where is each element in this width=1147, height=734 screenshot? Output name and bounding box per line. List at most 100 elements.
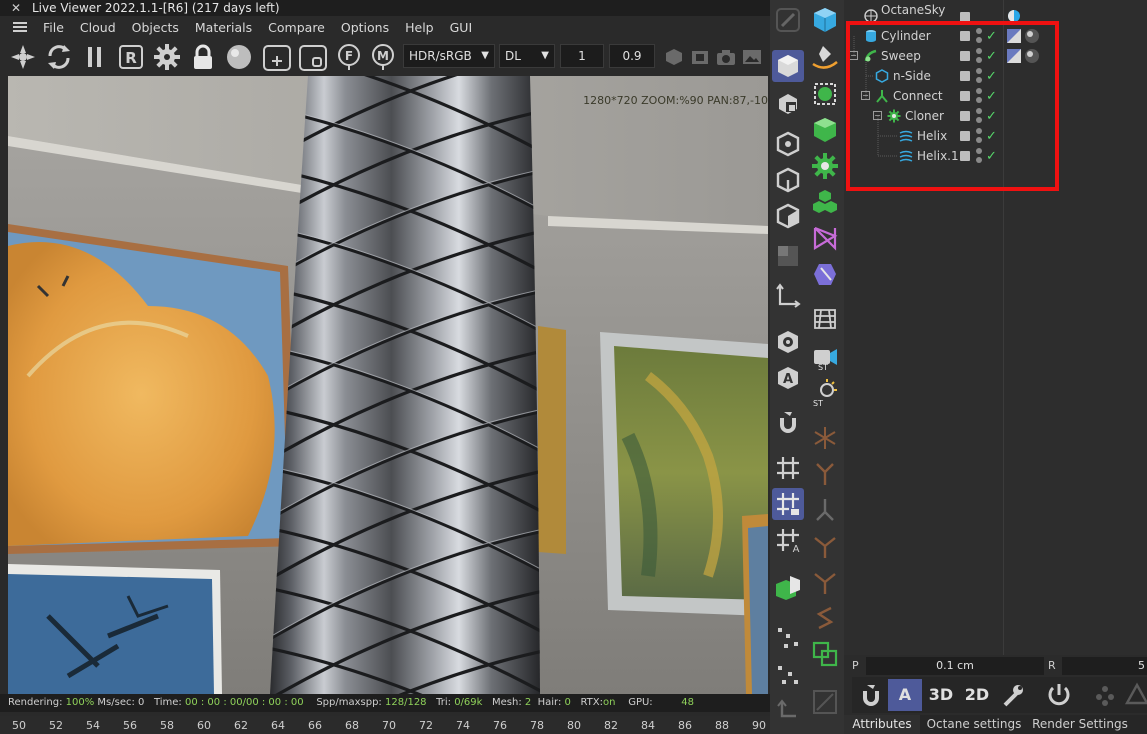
field-icon[interactable] xyxy=(809,222,841,254)
pause-icon[interactable] xyxy=(80,42,110,72)
uv-mode-icon[interactable] xyxy=(772,240,804,272)
region-render-button[interactable]: R xyxy=(116,42,146,72)
hamburger-menu-icon[interactable] xyxy=(13,22,27,32)
add-region-icon[interactable] xyxy=(262,42,292,72)
value-field-a[interactable]: 1 xyxy=(560,44,604,68)
wrench-icon[interactable] xyxy=(996,679,1030,711)
rendering-label: Rendering: xyxy=(8,697,63,708)
menu-cloud[interactable]: Cloud xyxy=(72,20,124,35)
ruler-tick: 76 xyxy=(493,719,507,732)
menu-materials[interactable]: Materials xyxy=(187,20,260,35)
model-mode-icon[interactable] xyxy=(772,50,804,82)
menu-objects[interactable]: Objects xyxy=(124,20,187,35)
render-stats-overlay: 1280*720 ZOOM:%90 PAN:87,-10 xyxy=(583,94,768,107)
disabled-tool-icon[interactable] xyxy=(809,686,841,718)
restart-render-icon[interactable] xyxy=(44,42,74,72)
mode-2d-button[interactable]: 2D xyxy=(960,679,994,711)
menu-gui[interactable]: GUI xyxy=(442,20,481,35)
viewport-solo-icon[interactable] xyxy=(772,326,804,358)
tab-render-settings[interactable]: Render Settings xyxy=(1030,715,1130,734)
deformer-icon[interactable] xyxy=(809,186,841,218)
gpu-value: 48 xyxy=(681,697,695,708)
picture-icon[interactable] xyxy=(742,48,762,66)
points-mode-icon[interactable] xyxy=(772,128,804,160)
scene-object-icon[interactable] xyxy=(809,258,841,290)
camera-object-icon[interactable]: ST xyxy=(809,340,841,372)
joint-icon-b[interactable] xyxy=(809,494,841,526)
workplane-auto-icon[interactable]: A xyxy=(772,524,804,556)
magnet-icon[interactable] xyxy=(854,679,888,711)
ruler-tick: 84 xyxy=(641,719,655,732)
grid-plane-icon[interactable] xyxy=(809,302,841,334)
workplane-grid-icon[interactable] xyxy=(772,452,804,484)
svg-text:A: A xyxy=(793,544,800,555)
menu-help[interactable]: Help xyxy=(397,20,442,35)
polygons-mode-icon[interactable] xyxy=(772,200,804,232)
render-tile-icon[interactable] xyxy=(690,48,710,66)
tab-attributes[interactable]: Attributes xyxy=(844,715,920,734)
light-object-icon[interactable]: ST xyxy=(809,376,841,408)
power-cycle-icon[interactable] xyxy=(1042,679,1076,711)
material-ball-icon[interactable] xyxy=(224,42,254,72)
render-viewport[interactable]: 1280*720 ZOOM:%90 PAN:87,-10 xyxy=(8,76,768,694)
mesh-label: Mesh: xyxy=(491,697,522,708)
locked-workplane-icon[interactable] xyxy=(772,488,804,520)
attribute-mode-a-button[interactable]: A xyxy=(888,679,922,711)
settings-gear-icon[interactable] xyxy=(152,42,182,72)
green-cube-generator-icon[interactable] xyxy=(809,114,841,146)
dots-cluster-icon[interactable] xyxy=(1088,679,1122,711)
nurbs-generator-icon[interactable] xyxy=(809,78,841,110)
instance-squares-icon[interactable] xyxy=(809,638,841,670)
menu-compare[interactable]: Compare xyxy=(260,20,333,35)
tab-octane-settings[interactable]: Octane settings xyxy=(924,715,1024,734)
camera-icon[interactable] xyxy=(716,48,736,66)
auto-snap-a-icon[interactable]: A xyxy=(772,362,804,394)
snap-points-icon[interactable] xyxy=(772,622,804,654)
snowflake-icon[interactable] xyxy=(809,422,841,454)
magnet-icon[interactable] xyxy=(772,406,804,438)
cube-primitive-icon[interactable] xyxy=(809,4,841,36)
menu-file[interactable]: File xyxy=(35,20,72,35)
viewer-menubar: File Cloud Objects Materials Compare Opt… xyxy=(0,16,770,38)
chevron-down-icon: ▼ xyxy=(541,50,549,61)
mode-3d-button[interactable]: 3D xyxy=(924,679,958,711)
lock-icon[interactable] xyxy=(188,42,218,72)
send-scene-icon[interactable] xyxy=(8,42,38,72)
ruler-tick: 72 xyxy=(419,719,433,732)
joint-icon-c[interactable] xyxy=(809,530,841,562)
hexagon-icon[interactable] xyxy=(664,48,684,66)
menu-options[interactable]: Options xyxy=(333,20,397,35)
close-icon[interactable]: ✕ xyxy=(11,0,21,16)
p-value-field[interactable]: 0.1 cm xyxy=(866,657,1044,675)
window-title: Live Viewer 2022.1.1-[R6] (217 days left… xyxy=(32,1,280,15)
mograph-cloner-icon[interactable] xyxy=(809,150,841,182)
edges-mode-icon[interactable] xyxy=(772,164,804,196)
chevron-down-icon: ▼ xyxy=(481,50,489,61)
joint-icon-d[interactable] xyxy=(809,566,841,598)
focus-f-icon[interactable]: F xyxy=(334,42,364,72)
green-cube-icon[interactable] xyxy=(772,572,804,604)
kernel-select[interactable]: DL ▼ xyxy=(499,44,555,68)
joint-icon-a[interactable] xyxy=(809,458,841,490)
material-pick-m-icon[interactable]: M xyxy=(368,42,398,72)
p-label: P xyxy=(852,659,859,672)
live-viewer-titlebar: ✕ Live Viewer 2022.1.1-[R6] (217 days le… xyxy=(0,0,770,16)
time-value: 00 : 00 : 00/00 : 00 : 00 xyxy=(184,697,304,708)
snap-edges-icon[interactable] xyxy=(772,658,804,690)
film-region-icon[interactable] xyxy=(298,42,328,72)
ms-label: Ms/sec: xyxy=(97,697,135,708)
colorspace-select[interactable]: HDR/sRGB ▼ xyxy=(403,44,495,68)
object-mode-icon[interactable] xyxy=(772,88,804,120)
timeline-ruler[interactable]: 50 52 54 56 58 60 62 64 66 68 70 72 74 7… xyxy=(0,716,770,734)
warning-triangle-icon[interactable] xyxy=(1120,679,1147,711)
axis-mode-icon[interactable] xyxy=(772,280,804,312)
ruler-tick: 78 xyxy=(530,719,544,732)
spline-s-icon[interactable] xyxy=(809,602,841,634)
live-viewer-window: ✕ Live Viewer 2022.1.1-[R6] (217 days le… xyxy=(0,0,770,716)
ruler-tick: 54 xyxy=(86,719,100,732)
pen-spline-icon[interactable] xyxy=(809,40,841,72)
value-field-b[interactable]: 0.9 xyxy=(609,44,655,68)
undo-arrow-icon[interactable] xyxy=(772,694,804,726)
edit-pen-icon[interactable] xyxy=(772,4,804,36)
r-value-field[interactable]: 5 xyxy=(1062,657,1147,675)
